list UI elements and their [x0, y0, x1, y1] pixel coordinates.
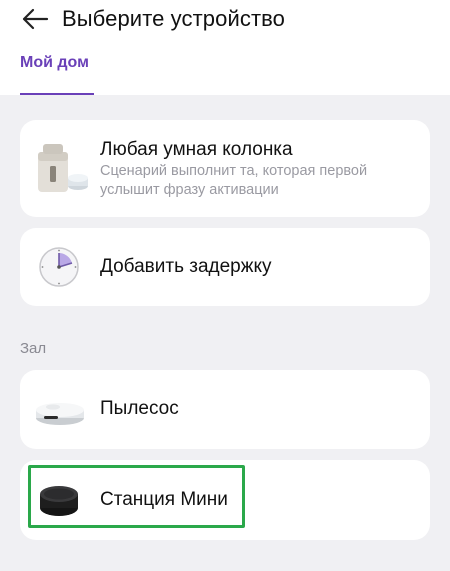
device-robot-vacuum[interactable]: Пылесос	[20, 370, 430, 449]
page-title: Выберите устройство	[62, 6, 286, 31]
card-title: Любая умная колонка	[100, 139, 293, 160]
device-station-mini[interactable]: Станция Мини	[20, 460, 430, 540]
clock-icon	[39, 247, 79, 287]
smart-speakers-icon	[38, 144, 88, 192]
arrow-left-icon	[22, 8, 49, 30]
section-label-hall: Зал	[20, 340, 47, 357]
card-description: Сценарий выполнит та, которая первой усл…	[100, 163, 368, 198]
station-mini-icon	[40, 486, 78, 516]
tab-my-home-label: Мой дом	[20, 54, 89, 71]
device-title: Пылесос	[100, 398, 179, 419]
app-header: Выберите устройство Мой дом	[0, 0, 450, 95]
device-list: Любая умная колонка Сценарий выполнит та…	[0, 95, 450, 571]
card-add-delay[interactable]: Добавить задержку	[20, 228, 430, 306]
card-any-smart-speaker[interactable]: Любая умная колонка Сценарий выполнит та…	[20, 120, 430, 217]
card-title: Добавить задержку	[100, 256, 272, 277]
device-title: Станция Мини	[100, 489, 228, 510]
robot-vacuum-icon	[36, 403, 84, 425]
tab-my-home[interactable]: Мой дом	[20, 52, 94, 95]
back-button[interactable]	[18, 4, 52, 34]
